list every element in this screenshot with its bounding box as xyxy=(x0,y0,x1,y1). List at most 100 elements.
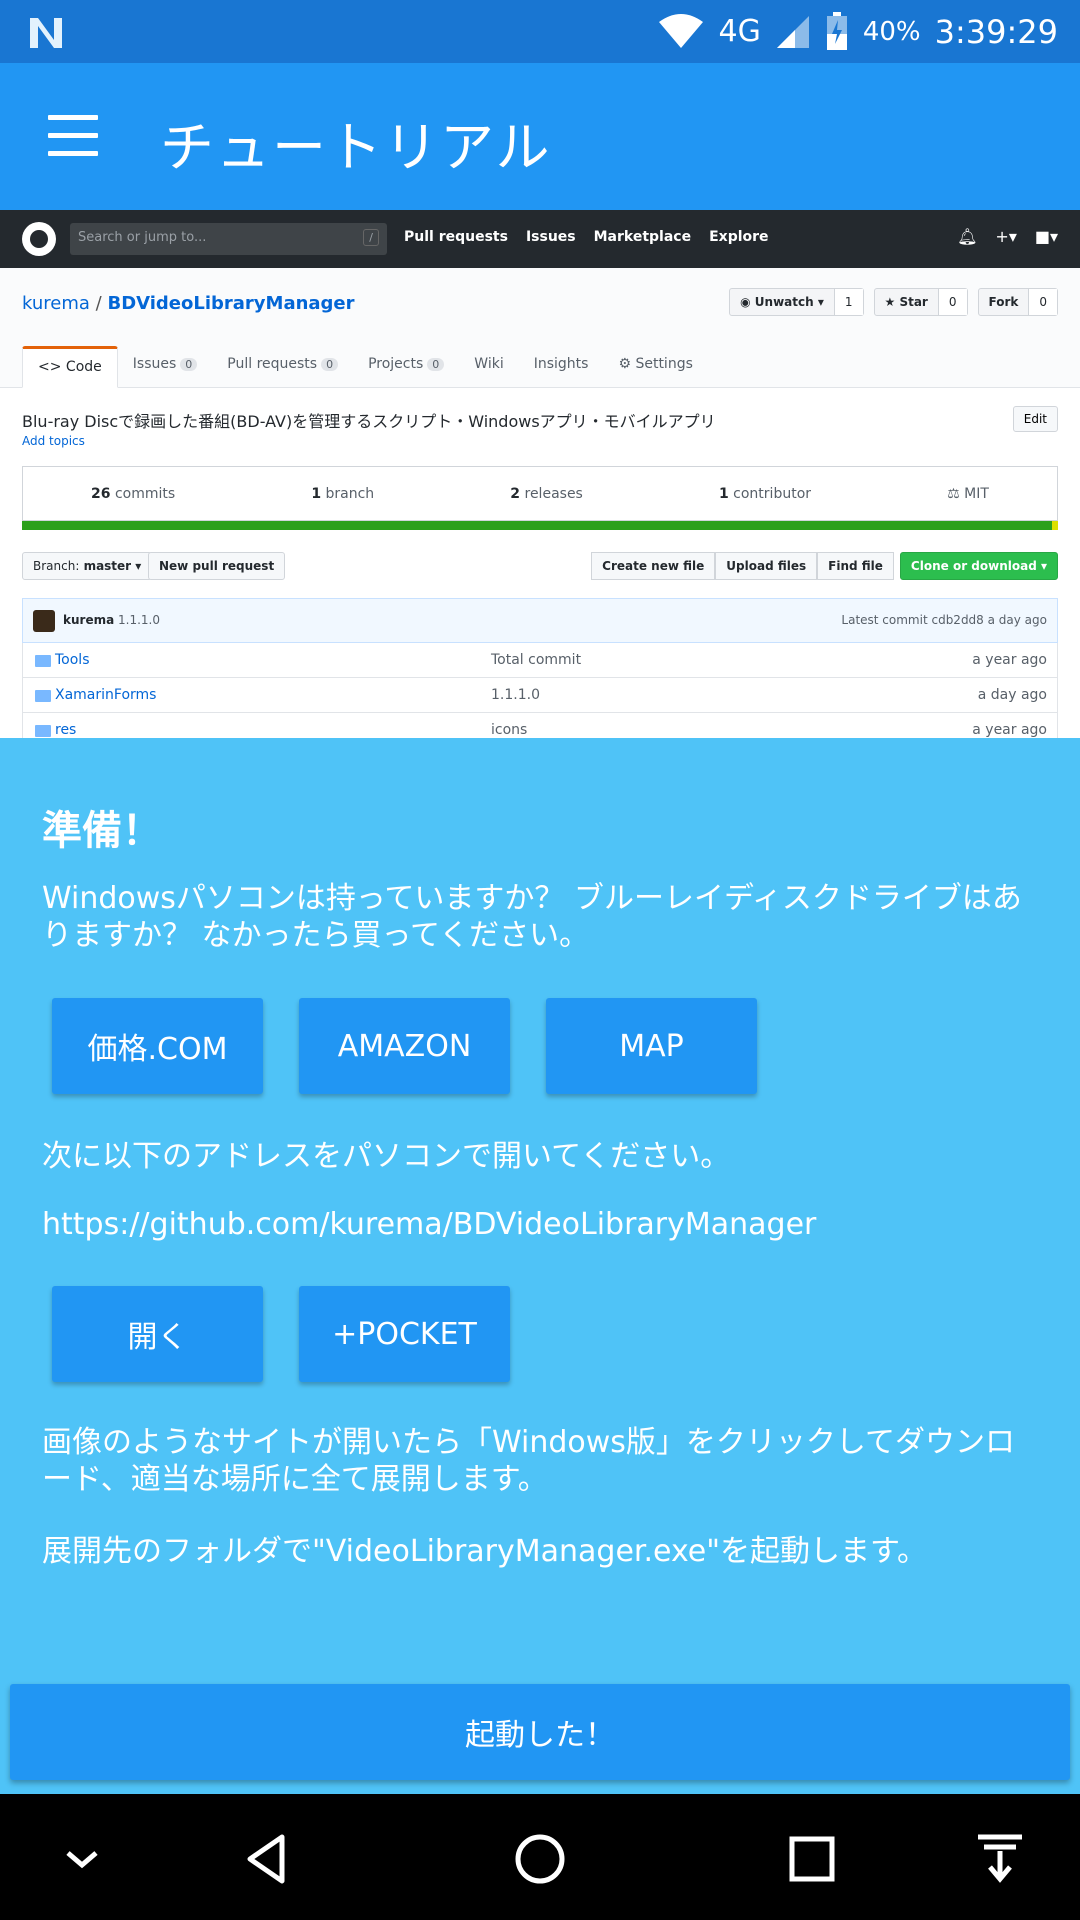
download-instructions: 画像のようなサイトが開いたら「Windows版」をクリックしてダウンロード、適当… xyxy=(42,1425,1016,1497)
intro-text: Windowsパソコンは持っていますか？ ブルーレイディスクドライブはありますか… xyxy=(42,881,1022,953)
scale-icon: ⚖ xyxy=(947,485,965,502)
avatar: ■▾ xyxy=(1034,227,1058,246)
chevron-down-icon[interactable] xyxy=(52,1829,112,1889)
summary-label: branch xyxy=(325,485,375,502)
battery-percent: 40% xyxy=(862,16,921,47)
repo-path: kurema / BDVideoLibraryManager xyxy=(22,293,355,314)
section-heading: 準備！ xyxy=(42,808,162,854)
summary-num: 2 xyxy=(510,485,521,502)
tab-pull-requests: Pull requests 0 xyxy=(212,346,353,388)
tab-label: Pull requests xyxy=(227,356,318,372)
github-logo-icon xyxy=(22,222,56,256)
hamburger-menu-icon[interactable] xyxy=(48,115,98,156)
repo-separator: / xyxy=(95,293,102,314)
repo-actions: ◉ Unwatch ▾ 1 ★ Star 0 Fork 0 xyxy=(729,288,1058,316)
page-title: チュートリアル xyxy=(160,116,552,179)
github-header: Search or jump to... / Pull requests Iss… xyxy=(0,210,1080,268)
add-topics-link: Add topics xyxy=(22,434,85,448)
search-placeholder: Search or jump to... xyxy=(78,230,207,245)
github-screenshot: Search or jump to... / Pull requests Iss… xyxy=(0,210,1080,738)
new-pull-request-button: New pull request xyxy=(148,552,286,580)
summary-label: commits xyxy=(114,485,176,502)
bell-icon: 🔔︎ xyxy=(957,227,978,246)
search-key: / xyxy=(363,229,379,246)
back-icon[interactable] xyxy=(238,1829,298,1889)
branch-select: Branch: master ▾ xyxy=(22,552,153,580)
github-header-icons: 🔔︎ +▾ ■▾ xyxy=(957,227,1058,246)
table-row: res icons a year ago xyxy=(22,713,1058,738)
plus-icon: +▾ xyxy=(995,227,1017,246)
upload-files-button: Upload files xyxy=(715,552,818,580)
clock: 3:39:29 xyxy=(934,12,1058,51)
clone-button: Clone or download ▾ xyxy=(899,552,1058,580)
summary-num: 26 xyxy=(91,485,111,502)
gear-icon: ⚙ xyxy=(618,356,636,372)
tab-count: 0 xyxy=(321,358,339,371)
file-name: res xyxy=(55,722,77,738)
folder-icon xyxy=(35,725,51,737)
summary-label: contributor xyxy=(733,485,812,502)
map-button[interactable]: MAP xyxy=(546,998,757,1094)
file-message: Total commit xyxy=(491,652,582,668)
tab-count: 0 xyxy=(427,358,445,371)
branch-name: master xyxy=(83,559,132,573)
table-row: XamarinForms 1.1.1.0 a day ago xyxy=(22,678,1058,713)
network-type: 4G xyxy=(718,14,761,49)
recents-icon[interactable] xyxy=(782,1829,842,1889)
pocket-button[interactable]: +POCKET xyxy=(299,1286,510,1382)
commit-message: 1.1.1.0 xyxy=(118,613,160,627)
file-name: Tools xyxy=(55,652,90,668)
avatar xyxy=(33,610,55,632)
app-bar: チュートリアル xyxy=(0,63,1080,210)
tab-label: Settings xyxy=(635,356,693,372)
watch-label: Unwatch xyxy=(754,295,814,309)
download-tray-icon[interactable] xyxy=(970,1829,1030,1889)
nav-pull-requests: Pull requests xyxy=(404,229,508,245)
watch-button: ◉ Unwatch ▾ 1 xyxy=(729,288,864,316)
tab-label: Issues xyxy=(132,356,177,372)
latest-commit: Latest commit cdb2dd8 a day ago xyxy=(841,613,1047,627)
repo-tabs: <> Code Issues 0 Pull requests 0 Projects 0… xyxy=(22,346,708,388)
folder-icon xyxy=(35,655,51,667)
kakaku-button[interactable]: 価格.COM xyxy=(52,998,263,1094)
eye-icon: ◉ xyxy=(740,295,755,309)
table-row: Tools Total commit a year ago xyxy=(22,643,1058,678)
tab-settings: ⚙ Settings xyxy=(603,346,707,388)
file-name: XamarinForms xyxy=(55,687,157,703)
clone-label: Clone or download xyxy=(910,559,1037,573)
github-search: Search or jump to... / xyxy=(70,223,387,255)
fork-label: Fork xyxy=(979,289,1030,315)
nav-explore: Explore xyxy=(709,229,769,245)
repo-summary: 26 commits 1 branch 2 releases 1 contrib… xyxy=(22,466,1058,521)
tab-wiki: Wiki xyxy=(459,346,518,388)
open-button[interactable]: 開く xyxy=(52,1286,263,1382)
summary-contributor: 1 contributor xyxy=(719,486,811,502)
find-file-button: Find file xyxy=(817,552,894,580)
tab-insights: Insights xyxy=(519,346,604,388)
folder-icon xyxy=(35,690,51,702)
file-message: icons xyxy=(491,722,528,738)
tab-issues: Issues 0 xyxy=(118,346,213,388)
tab-label: Wiki xyxy=(474,356,504,372)
star-icon: ★ xyxy=(884,295,900,309)
battery-icon xyxy=(826,11,847,50)
file-age: a day ago xyxy=(977,687,1047,703)
started-button[interactable]: 起動した！ xyxy=(10,1684,1070,1780)
tab-label: Code xyxy=(65,359,102,375)
file-age: a year ago xyxy=(972,652,1047,668)
latest-commit-bar: kurema 1.1.1.0 Latest commit cdb2dd8 a d… xyxy=(22,598,1058,643)
cell-signal-icon xyxy=(776,15,809,48)
tutorial-content: 準備！ Windowsパソコンは持っていますか？ ブルーレイディスクドライブはあ… xyxy=(0,738,1080,1794)
home-icon[interactable] xyxy=(510,1829,570,1889)
summary-license: ⚖ MIT xyxy=(947,486,989,502)
notification-n-icon xyxy=(30,18,62,48)
branch-label: Branch: xyxy=(33,559,80,573)
summary-commits: 26 commits xyxy=(91,486,175,502)
summary-releases: 2 releases xyxy=(510,486,583,502)
commit-author: kurema xyxy=(63,613,115,627)
amazon-button[interactable]: AMAZON xyxy=(299,998,510,1094)
nav-marketplace: Marketplace xyxy=(593,229,692,245)
tab-label: Projects xyxy=(368,356,424,372)
star-count: 0 xyxy=(938,289,967,315)
repo-name: BDVideoLibraryManager xyxy=(107,293,355,314)
